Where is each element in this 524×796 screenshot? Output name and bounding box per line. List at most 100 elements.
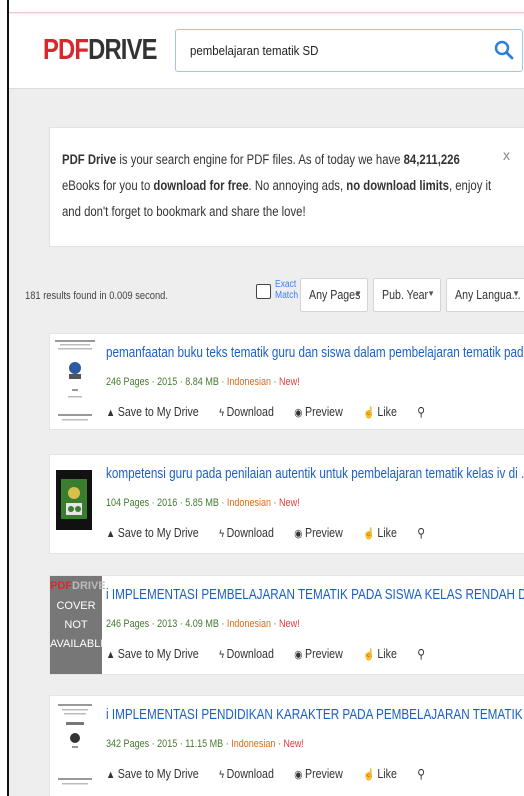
pages-filter-value: Any Pages (309, 288, 361, 302)
cover-na-line: AVAILABLE (50, 638, 108, 650)
download-button[interactable]: ϟ Download (219, 647, 284, 661)
download-label: Download (226, 647, 274, 661)
like-label: Like (377, 647, 397, 661)
eye-icon: ◉ (294, 769, 303, 781)
pub-year: 2015 (157, 376, 178, 388)
item-actions: ▲ Save to My Drive ϟ Download ◉ Preview ☝ Like ⚲ (106, 646, 435, 661)
year-filter-value: Pub. Year (382, 288, 429, 302)
notice-part: . No annoying ads, (248, 178, 347, 193)
thumbs-up-icon: ☝ (363, 769, 375, 781)
language: Indonesian (231, 738, 276, 750)
new-badge: New! (279, 618, 300, 630)
book-cover-thumbnail[interactable] (50, 334, 100, 429)
eye-icon: ◉ (294, 528, 303, 540)
welcome-notice: PDF Drive is your search engine for PDF … (49, 127, 524, 247)
close-icon[interactable]: x (503, 147, 510, 163)
cover-not-available[interactable]: PDFDRIVE COVER NOT AVAILABLE (50, 576, 108, 674)
file-size: 4.09 MB (185, 618, 219, 630)
book-meta: 246 Pages · 2015 · 8.84 MB · Indonesian … (106, 376, 300, 388)
book-title-link[interactable]: pemanfaatan buku teks tematik guru dan s… (106, 344, 524, 361)
eye-icon: ◉ (294, 649, 303, 661)
new-badge: New! (283, 738, 304, 750)
logo-drive-text: DRIVE (88, 34, 157, 66)
cover-brand-pdf: PDF (50, 580, 72, 592)
search-input[interactable] (190, 30, 454, 71)
year-filter-select[interactable]: Pub. Year ▼ (373, 278, 441, 312)
site-header: PDFDRIVE (9, 14, 524, 89)
preview-button[interactable]: ◉ Preview (294, 526, 353, 540)
notice-part: is your search engine for PDF files. As … (116, 152, 404, 167)
bolt-icon: ϟ (219, 528, 225, 540)
book-title-link[interactable]: kompetensi guru pada penilaian autentik … (106, 465, 524, 482)
like-button[interactable]: ☝ Like (363, 405, 407, 419)
preview-button[interactable]: ◉ Preview (294, 405, 353, 419)
search-icon[interactable]: ⚲ (417, 646, 425, 661)
result-item: pemanfaatan buku teks tematik guru dan s… (49, 333, 524, 430)
search-icon[interactable] (494, 40, 514, 60)
cover-na-line: COVER (56, 600, 96, 612)
download-button[interactable]: ϟ Download (219, 405, 284, 419)
like-button[interactable]: ☝ Like (363, 767, 407, 781)
preview-button[interactable]: ◉ Preview (294, 767, 353, 781)
top-strip (9, 0, 524, 13)
item-actions: ▲ Save to My Drive ϟ Download ◉ Preview ☝ Like ⚲ (106, 404, 435, 419)
cover-na-text: COVER NOT AVAILABLE (50, 597, 108, 654)
preview-label: Preview (304, 647, 343, 661)
file-size: 11.15 MB (185, 738, 224, 750)
book-title-link[interactable]: i IMPLEMENTASI PENDIDIKAN KARAKTER PADA … (106, 706, 524, 723)
save-to-drive-button[interactable]: ▲ Save to My Drive (106, 647, 209, 661)
results-toolbar: 181 results found in 0.009 second. Exact… (9, 278, 524, 312)
language-filter-value: Any Langua... (455, 288, 521, 302)
save-label: Save to My Drive (117, 526, 199, 540)
book-cover-image (56, 470, 92, 530)
notice-brand: PDF Drive (62, 152, 117, 167)
language: Indonesian (226, 618, 272, 630)
save-label: Save to My Drive (117, 647, 199, 661)
exact-match-label[interactable]: Exact Match (275, 279, 298, 301)
pub-year: 2013 (157, 618, 178, 630)
book-cover-thumbnail[interactable] (50, 696, 100, 796)
language: Indonesian (226, 497, 272, 509)
exact-match-checkbox[interactable] (256, 284, 271, 299)
book-title-link[interactable]: i IMPLEMENTASI PEMBELAJARAN TEMATIK PADA… (106, 586, 524, 603)
preview-button[interactable]: ◉ Preview (294, 647, 353, 661)
like-label: Like (377, 526, 397, 540)
like-button[interactable]: ☝ Like (363, 647, 407, 661)
chevron-down-icon: ▼ (427, 289, 435, 298)
like-button[interactable]: ☝ Like (363, 526, 407, 540)
save-to-drive-button[interactable]: ▲ Save to My Drive (106, 526, 209, 540)
result-item: PDFDRIVE COVER NOT AVAILABLE i IMPLEMENT… (49, 575, 524, 675)
exact-label-line2: Match (275, 290, 299, 301)
save-to-drive-button[interactable]: ▲ Save to My Drive (106, 767, 209, 781)
new-badge: New! (279, 376, 300, 388)
exact-label-line1: Exact (275, 279, 297, 290)
file-size: 8.84 MB (185, 376, 219, 388)
download-button[interactable]: ϟ Download (219, 767, 284, 781)
result-item: i IMPLEMENTASI PENDIDIKAN KARAKTER PADA … (49, 695, 524, 796)
preview-label: Preview (304, 767, 343, 781)
like-label: Like (377, 405, 397, 419)
search-icon[interactable]: ⚲ (417, 525, 425, 540)
ebook-count: 84,211,226 (403, 152, 460, 167)
book-cover-thumbnail[interactable] (50, 455, 100, 553)
result-item: kompetensi guru pada penilaian autentik … (49, 454, 524, 554)
pub-year: 2015 (157, 738, 178, 750)
save-label: Save to My Drive (117, 405, 199, 419)
search-icon[interactable]: ⚲ (417, 404, 425, 419)
drive-icon: ▲ (106, 528, 116, 540)
download-label: Download (226, 767, 274, 781)
drive-icon: ▲ (106, 407, 116, 419)
preview-label: Preview (304, 405, 343, 419)
download-button[interactable]: ϟ Download (219, 526, 284, 540)
search-icon[interactable]: ⚲ (417, 766, 425, 781)
search-box (175, 29, 523, 72)
item-actions: ▲ Save to My Drive ϟ Download ◉ Preview ☝ Like ⚲ (106, 766, 435, 781)
pages-filter-select[interactable]: Any Pages ▼ (300, 278, 368, 312)
pdfdrive-logo[interactable]: PDFDRIVE (43, 34, 158, 67)
save-to-drive-button[interactable]: ▲ Save to My Drive (106, 405, 209, 419)
eye-icon: ◉ (294, 407, 303, 419)
bolt-icon: ϟ (219, 769, 225, 781)
page-count: 246 Pages (106, 618, 150, 630)
notice-emphasis: no download limits (346, 178, 449, 193)
language-filter-select[interactable]: Any Langua... ▼ (446, 278, 524, 312)
